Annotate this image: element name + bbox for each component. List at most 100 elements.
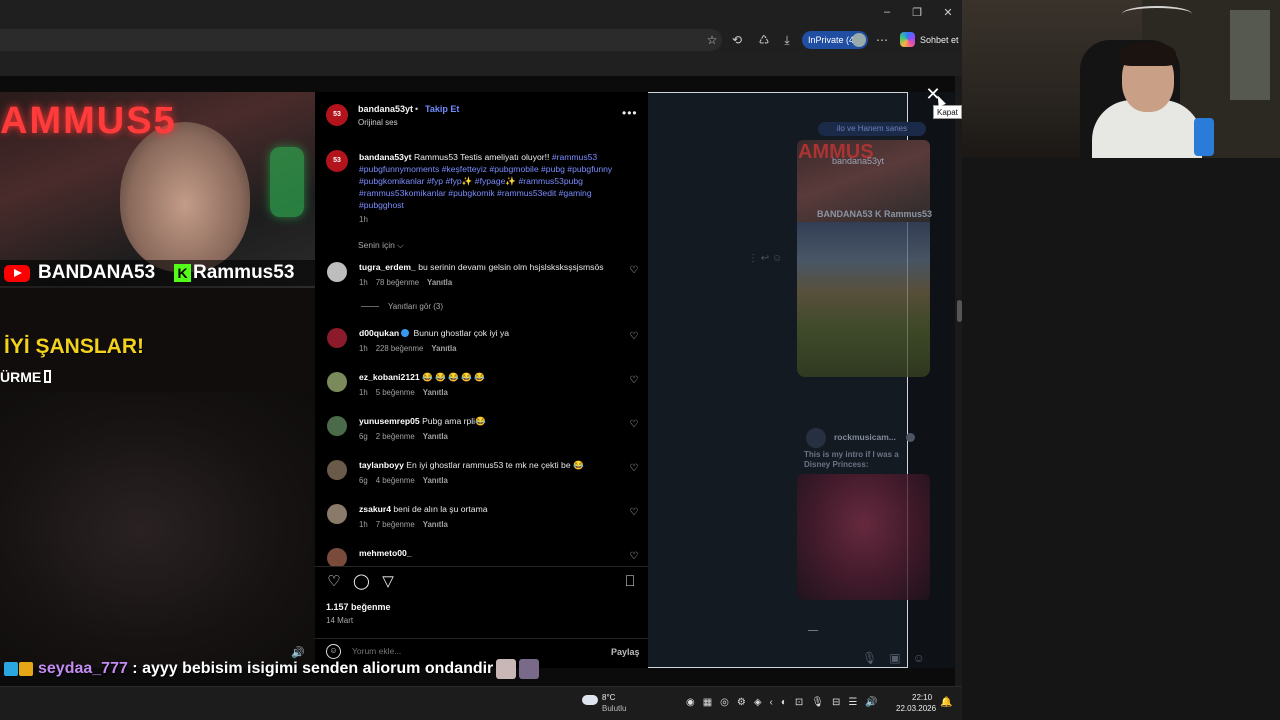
copilot-icon[interactable] bbox=[900, 32, 915, 47]
caption-avatar[interactable]: 53 bbox=[326, 150, 348, 172]
comment-time: 1h bbox=[359, 344, 368, 353]
dm-message-chip: ilo ve Hanem sanes bbox=[818, 122, 926, 136]
follow-button[interactable]: Takip Et bbox=[425, 104, 459, 114]
separator-dot: • bbox=[415, 104, 419, 114]
comment-like-icon[interactable]: ♡ bbox=[629, 464, 639, 474]
weather-description[interactable]: Bulutlu bbox=[602, 704, 626, 713]
download-icon[interactable]: ⤓ bbox=[779, 33, 795, 47]
close-window-button[interactable]: ✕ bbox=[937, 6, 959, 19]
comment-avatar[interactable] bbox=[327, 262, 347, 282]
comment-reply-button[interactable]: Yanıtla bbox=[427, 278, 452, 287]
cloud-icon[interactable] bbox=[582, 695, 598, 705]
post-comment-button[interactable]: Paylaş bbox=[611, 647, 640, 657]
clock-time[interactable]: 22:10 bbox=[912, 693, 932, 702]
comment-username[interactable]: d00qukan bbox=[359, 328, 399, 338]
collections-icon[interactable]: ♺ bbox=[756, 33, 772, 47]
comment-body: Bunun ghostlar çok iyi ya bbox=[413, 328, 510, 338]
comment-avatar[interactable] bbox=[327, 504, 347, 524]
like-heart-icon[interactable]: ♡ bbox=[326, 574, 342, 590]
brand-right-text: Rammus53 bbox=[193, 262, 295, 283]
comment-text: ez_kobani2121 😂 😂 😂 😂 😂 bbox=[359, 372, 485, 383]
comment-username[interactable]: ez_kobani2121 bbox=[359, 372, 420, 382]
comment-reply-button[interactable]: Yanıtla bbox=[423, 520, 448, 529]
comment-bubble-icon[interactable]: ◯ bbox=[353, 574, 370, 590]
comment-like-count[interactable]: 2 beğenme bbox=[376, 432, 415, 441]
comment-like-count[interactable]: 5 beğenme bbox=[376, 388, 415, 397]
comment-username[interactable]: mehmeto00_ bbox=[359, 548, 412, 558]
chat-emote-icon bbox=[496, 659, 517, 679]
comment-like-count[interactable]: 228 beğenme bbox=[376, 344, 424, 353]
comment-like-icon[interactable]: ♡ bbox=[629, 266, 639, 276]
comment-like-count[interactable]: 78 beğenme bbox=[376, 278, 419, 287]
comment-like-count[interactable]: 7 beğenme bbox=[376, 520, 415, 529]
clock-date[interactable]: 22.03.2026 bbox=[896, 704, 936, 713]
webcam-overlay bbox=[962, 0, 1280, 158]
comment-avatar[interactable] bbox=[327, 548, 347, 568]
favorite-star-icon[interactable]: ☆ bbox=[704, 33, 720, 47]
brand-left-text: BANDANA53 bbox=[38, 262, 156, 283]
streamer-face bbox=[120, 122, 250, 272]
comment-avatar[interactable] bbox=[327, 328, 347, 348]
like-count[interactable]: 1.157 beğenme bbox=[326, 602, 391, 612]
volume-icon[interactable]: 🔊 bbox=[291, 646, 305, 659]
view-replies-button[interactable]: Yanıtları gör (3) bbox=[388, 302, 443, 311]
comment-time: 1h bbox=[359, 278, 368, 287]
share-send-icon[interactable]: ▽ bbox=[380, 574, 396, 590]
author-username[interactable]: bandana53yt bbox=[358, 104, 413, 114]
comment-text: tugra_erdem_ bu serinin devamı gelsin ol… bbox=[359, 262, 604, 272]
comment-body: bu serinin devamı gelsin olm hsjslsksksş… bbox=[418, 262, 604, 272]
comment-like-icon[interactable]: ♡ bbox=[629, 332, 639, 342]
more-icon[interactable]: ⋯ bbox=[874, 33, 890, 47]
address-bar[interactable] bbox=[0, 29, 722, 51]
more-options-icon[interactable]: ••• bbox=[622, 106, 638, 120]
emoji-icon[interactable]: ☺ bbox=[326, 644, 341, 659]
comment-reply-button[interactable]: Yanıtla bbox=[423, 432, 448, 441]
caption-text: Rammus53 Testis ameliyatı oluyor!! bbox=[413, 152, 550, 162]
chat-message-text: : ayyy bebisim isigimi senden aliorum on… bbox=[127, 660, 494, 677]
audio-label[interactable]: Orijinal ses bbox=[358, 118, 398, 127]
comment-avatar[interactable] bbox=[327, 372, 347, 392]
minimize-button[interactable]: – bbox=[876, 6, 898, 18]
comment-username[interactable]: zsakur4 bbox=[359, 504, 391, 514]
comment-reply-button[interactable]: Yanıtla bbox=[431, 344, 456, 353]
dm-card-brand: BANDANA53 K Rammus53 bbox=[817, 209, 933, 219]
caption-author[interactable]: bandana53yt bbox=[359, 152, 412, 162]
author-avatar[interactable]: 53 bbox=[326, 104, 348, 126]
dm-avatar bbox=[806, 428, 826, 448]
comment-text: d00qukan Bunun ghostlar çok iyi ya bbox=[359, 328, 509, 338]
comment-like-icon[interactable]: ♡ bbox=[629, 420, 639, 430]
dm-reply-icon[interactable]: ⋮ ↩ ☺ bbox=[748, 253, 782, 264]
extensions-icon[interactable]: ⟲ bbox=[729, 33, 745, 47]
comment-input[interactable] bbox=[352, 646, 592, 656]
dm-divider bbox=[808, 630, 818, 631]
favorites-bar bbox=[0, 52, 962, 76]
verified-badge-icon bbox=[401, 329, 410, 337]
comment-avatar[interactable] bbox=[327, 416, 347, 436]
comment-reply-button[interactable]: Yanıtla bbox=[423, 388, 448, 397]
notification-bell-icon[interactable]: 🔔 bbox=[940, 697, 952, 708]
comment-avatar[interactable] bbox=[327, 460, 347, 480]
comment-username[interactable]: taylanboyy bbox=[359, 460, 404, 470]
dm-shared-reel-preview[interactable] bbox=[797, 222, 930, 377]
youtube-icon bbox=[4, 265, 30, 282]
maximize-button[interactable]: ❐ bbox=[906, 6, 928, 19]
dm-shared-image[interactable] bbox=[797, 474, 930, 600]
save-bookmark-icon[interactable]: ⎕ bbox=[622, 574, 638, 590]
dm-verified-icon bbox=[906, 433, 915, 442]
system-tray-icons[interactable]: ◉▦◎⚙◈‹◐⊡🎙⊟☰🔊 bbox=[686, 697, 886, 708]
copilot-label[interactable]: Sohbet et bbox=[920, 35, 959, 45]
comment-username[interactable]: tugra_erdem_ bbox=[359, 262, 416, 272]
dm-input-icons[interactable]: 🎙▣☺ bbox=[862, 651, 937, 665]
comment-like-count[interactable]: 4 beğenme bbox=[376, 476, 415, 485]
comment-reply-button[interactable]: Yanıtla bbox=[423, 476, 448, 485]
comment-like-icon[interactable]: ♡ bbox=[629, 552, 639, 562]
inprivate-button[interactable]: InPrivate (4) bbox=[802, 31, 868, 49]
comment-sort-dropdown[interactable]: Senin için ⌵ bbox=[358, 240, 404, 251]
inprivate-label: InPrivate (4) bbox=[808, 35, 858, 45]
chat-badge-icon bbox=[4, 661, 18, 676]
comment-body: 😂 😂 😂 😂 😂 bbox=[422, 372, 486, 382]
weather-temperature[interactable]: 8°C bbox=[602, 693, 615, 702]
comment-like-icon[interactable]: ♡ bbox=[629, 508, 639, 518]
comment-like-icon[interactable]: ♡ bbox=[629, 376, 639, 386]
comment-username[interactable]: yunusemrep05 bbox=[359, 416, 420, 426]
